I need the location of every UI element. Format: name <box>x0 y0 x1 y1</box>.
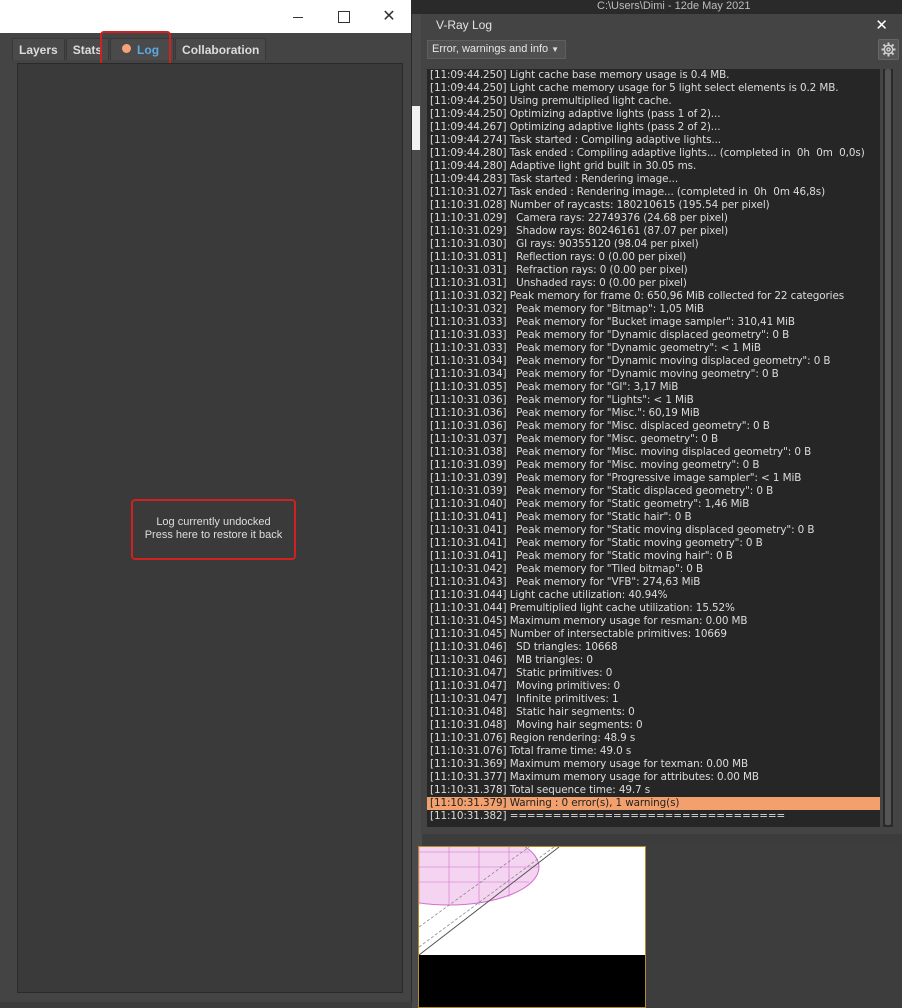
log-line: [11:10:31.034] Peak memory for "Dynamic … <box>430 368 779 380</box>
vray-log-window: V-Ray Log ✕ Error, warnings and info ▼ [… <box>421 14 902 834</box>
log-line: [11:10:31.034] Peak memory for "Dynamic … <box>430 355 831 367</box>
log-line: [11:10:31.036] Peak memory for "Misc.": … <box>430 407 700 419</box>
log-line: [11:10:31.038] Peak memory for "Misc. mo… <box>430 446 812 458</box>
background-viewport <box>358 828 646 1008</box>
close-button[interactable]: ✕ <box>375 6 403 28</box>
log-line: [11:10:31.031] Unshaded rays: 0 (0.00 pe… <box>430 277 687 289</box>
log-line: [11:10:31.028] Number of raycasts: 18021… <box>430 199 770 211</box>
log-line: [11:10:31.047] Infinite primitives: 1 <box>430 693 619 705</box>
log-settings-button[interactable] <box>878 39 899 60</box>
log-scrollbar[interactable] <box>883 69 893 827</box>
log-line: [11:10:31.027] Task ended : Rendering im… <box>430 186 826 198</box>
log-line: [11:09:44.280] Task ended : Compiling ad… <box>430 147 865 159</box>
log-line: [11:10:31.377] Maximum memory usage for … <box>430 771 759 783</box>
undocked-message-line2: Press here to restore it back <box>144 529 283 541</box>
log-filter-dropdown[interactable]: Error, warnings and info ▼ <box>427 40 566 59</box>
log-line: [11:10:31.033] Peak memory for "Dynamic … <box>430 329 790 341</box>
background-tab-marker <box>412 106 420 150</box>
log-line: [11:10:31.076] Total frame time: 49.0 s <box>430 745 632 757</box>
log-line: [11:09:44.283] Task started : Rendering … <box>430 173 679 185</box>
log-line: [11:10:31.041] Peak memory for "Static m… <box>430 550 733 562</box>
log-line: [11:09:44.250] Optimizing adaptive light… <box>430 108 721 120</box>
log-line: [11:09:44.274] Task started : Compiling … <box>430 134 721 146</box>
log-line: [11:10:31.041] Peak memory for "Static m… <box>430 524 815 536</box>
log-line: [11:10:31.045] Number of intersectable p… <box>430 628 727 640</box>
log-line: [11:10:31.036] Peak memory for "Misc. di… <box>430 420 770 432</box>
log-line: [11:10:31.039] Peak memory for "Progress… <box>430 472 802 484</box>
log-line: [11:10:31.378] Total sequence time: 49.7… <box>430 784 651 796</box>
log-line: [11:10:31.029] Camera rays: 22749376 (24… <box>430 212 728 224</box>
log-line: [11:10:31.035] Peak memory for "GI": 3,1… <box>430 381 679 393</box>
log-line: [11:10:31.047] Moving primitives: 0 <box>430 680 621 692</box>
tab-collaboration[interactable]: Collaboration <box>175 38 267 60</box>
log-line: [11:10:31.036] Peak memory for "Lights":… <box>430 394 694 406</box>
log-line: [11:09:44.280] Adaptive light grid built… <box>430 160 697 172</box>
scene-explorer-window: ✕ Layers Stats Log Collaboration Log cur… <box>0 0 412 1002</box>
gear-icon <box>881 42 896 57</box>
tab-layers[interactable]: Layers <box>12 38 65 60</box>
log-line: [11:10:31.032] Peak memory for "Bitmap":… <box>430 303 704 315</box>
minimize-button[interactable] <box>284 6 312 28</box>
log-line: [11:10:31.369] Maximum memory usage for … <box>430 758 749 770</box>
vray-log-titlebar: V-Ray Log ✕ <box>421 14 902 36</box>
log-line: [11:10:31.040] Peak memory for "Static g… <box>430 498 750 510</box>
log-line: [11:10:31.076] Region rendering: 48.9 s <box>430 732 636 744</box>
log-line: [11:10:31.047] Static primitives: 0 <box>430 667 613 679</box>
restore-log-button[interactable]: Log currently undocked Press here to res… <box>131 499 296 560</box>
log-line: [11:10:31.044] Premultiplied light cache… <box>430 602 735 614</box>
chevron-down-icon: ▼ <box>551 45 559 54</box>
log-line: [11:10:31.037] Peak memory for "Misc. ge… <box>430 433 719 445</box>
log-line: [11:10:31.039] Peak memory for "Static d… <box>430 485 774 497</box>
undocked-message-line1: Log currently undocked <box>156 516 271 528</box>
vray-log-title: V-Ray Log <box>436 18 493 32</box>
log-line-warning: [11:10:31.379] Warning : 0 error(s), 1 w… <box>427 797 880 810</box>
log-line: [11:10:31.042] Peak memory for "Tiled bi… <box>430 563 704 575</box>
log-line: [11:10:31.031] Refraction rays: 0 (0.00 … <box>430 264 688 276</box>
viewport-render-image <box>358 828 645 956</box>
background-toolbar-strip: C:\Users\Dimi - 12de May 2021 <box>412 0 902 14</box>
log-line: [11:09:44.250] Light cache base memory u… <box>430 69 730 81</box>
log-line: [11:10:31.048] Moving hair segments: 0 <box>430 719 643 731</box>
log-line: [11:10:31.041] Peak memory for "Static m… <box>430 537 763 549</box>
log-line: [11:10:31.041] Peak memory for "Static h… <box>430 511 692 523</box>
log-line: [11:09:44.250] Light cache memory usage … <box>430 82 839 94</box>
log-line: [11:10:31.031] Reflection rays: 0 (0.00 … <box>430 251 687 263</box>
log-scrollbar-thumb[interactable] <box>885 69 891 825</box>
background-panel <box>646 846 902 1008</box>
log-line: [11:10:31.043] Peak memory for "VFB": 27… <box>430 576 701 588</box>
log-line: [11:10:31.046] MB triangles: 0 <box>430 654 593 666</box>
log-line: [11:10:31.029] Shadow rays: 80246161 (87… <box>430 225 729 237</box>
log-output[interactable]: [11:09:44.250] Light cache base memory u… <box>427 69 880 827</box>
log-line: [11:10:31.033] Peak memory for "Bucket i… <box>430 316 795 328</box>
background-path-text: C:\Users\Dimi - 12de May 2021 <box>597 0 751 12</box>
wireframe-mesh-image <box>358 828 560 956</box>
vray-log-close-icon[interactable]: ✕ <box>875 16 888 34</box>
log-line: [11:10:31.048] Static hair segments: 0 <box>430 706 635 718</box>
log-line: [11:10:31.032] Peak memory for frame 0: … <box>430 290 845 302</box>
log-line: [11:10:31.382] =========================… <box>430 810 786 822</box>
log-line: [11:10:31.039] Peak memory for "Misc. mo… <box>430 459 760 471</box>
log-line: [11:10:31.044] Light cache utilization: … <box>430 589 668 601</box>
log-line: [11:10:31.033] Peak memory for "Dynamic … <box>430 342 761 354</box>
log-line: [11:10:31.030] GI rays: 90355120 (98.04 … <box>430 238 699 250</box>
vray-log-toolbar: Error, warnings and info ▼ <box>421 36 902 64</box>
log-filter-value: Error, warnings and info <box>432 43 549 55</box>
maximize-button[interactable] <box>329 6 357 28</box>
log-line: [11:10:31.046] SD triangles: 10668 <box>430 641 618 653</box>
window-titlebar: ✕ <box>0 0 411 33</box>
log-line: [11:10:31.045] Maximum memory usage for … <box>430 615 748 627</box>
log-line: [11:09:44.267] Optimizing adaptive light… <box>430 121 721 133</box>
log-line: [11:09:44.250] Using premultiplied light… <box>430 95 672 107</box>
